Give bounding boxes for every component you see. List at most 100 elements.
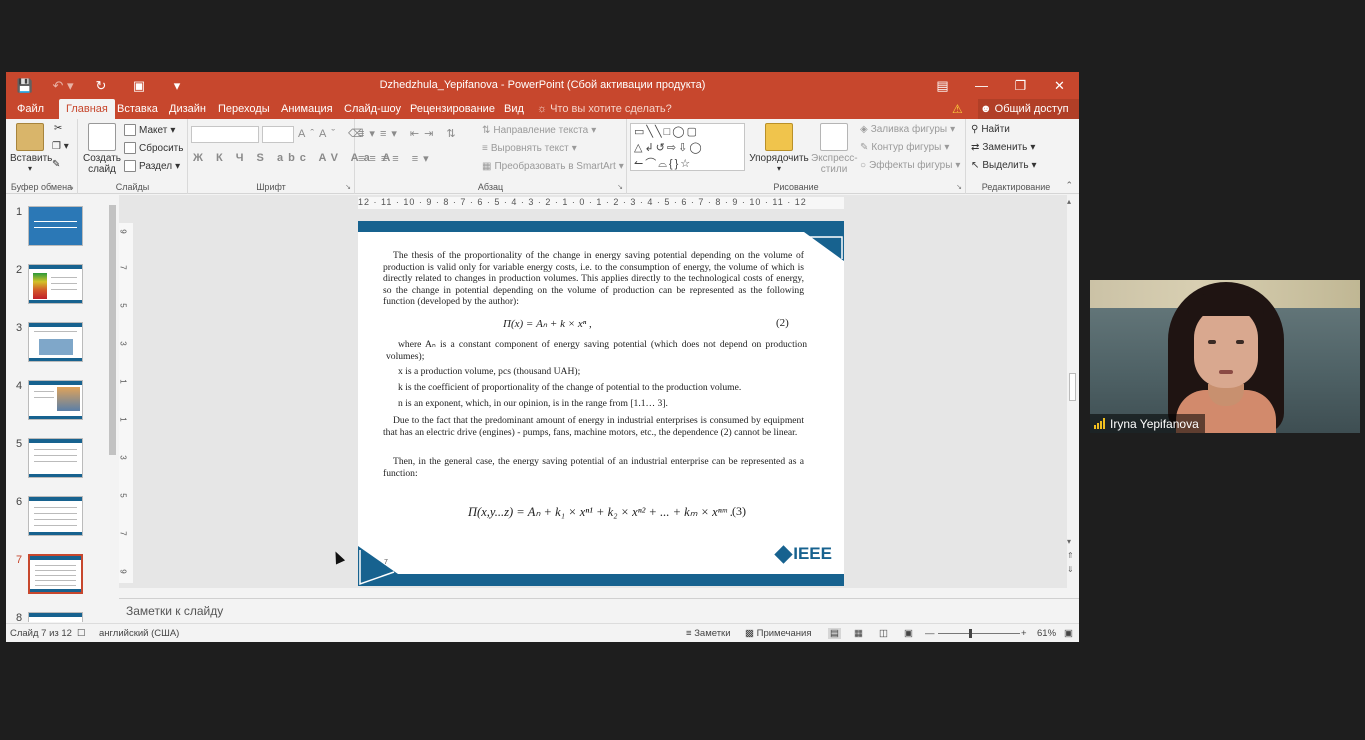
cut-icon[interactable]: ✂: [54, 123, 62, 134]
warning-icon[interactable]: ⚠: [952, 102, 963, 116]
collapse-ribbon-icon[interactable]: ⌃: [1065, 180, 1073, 191]
slide-sorter-icon[interactable]: ▦: [854, 628, 863, 639]
shape-effects-button[interactable]: ○ Эффекты фигуры ▾: [860, 160, 960, 171]
tell-me-search[interactable]: ☼ Что вы хотите сделать?: [530, 99, 679, 119]
minimize-button[interactable]: —: [962, 72, 1001, 99]
thumbnail-number: 3: [16, 322, 23, 334]
ribbon-display-icon[interactable]: ▤: [923, 72, 962, 99]
text-direction-button[interactable]: ⇅ Направление текста ▾: [482, 125, 596, 136]
format-painter-icon[interactable]: ✎: [52, 159, 60, 170]
share-button[interactable]: ☻ Общий доступ: [978, 99, 1079, 119]
shape-fill-button[interactable]: ◈ Заливка фигуры ▾: [860, 124, 955, 135]
audio-level-icon: [1094, 418, 1105, 429]
participant-video-tile[interactable]: Iryna Yepifanova: [1090, 280, 1360, 433]
zoom-slider[interactable]: [938, 629, 1020, 638]
title-bar: 💾 ↶ ▾ ↻ ▣ ▾ Dzhedzhula_Yepifanova - Powe…: [6, 72, 1079, 99]
tab-file[interactable]: Файл: [10, 99, 51, 119]
layout-button[interactable]: Макет ▾: [124, 124, 175, 136]
thumbnail-4[interactable]: 4: [6, 380, 106, 430]
next-slide-icon[interactable]: ⇓: [1067, 565, 1074, 574]
shapes-gallery[interactable]: ▭╲╲□◯▢ △↲↺⇨⇩◯ ↼⌒⌓{}☆: [630, 123, 745, 171]
status-bar: Слайд 7 из 12 ☐ английский (США) ≡ Замет…: [6, 623, 1079, 642]
section-button[interactable]: Раздел ▾: [124, 160, 180, 172]
participant-name: Iryna Yepifanova: [1110, 416, 1199, 431]
scroll-up-icon[interactable]: ▴: [1067, 197, 1071, 206]
thumbnail-number: 8: [16, 612, 23, 622]
paste-label: Вставить: [10, 153, 53, 164]
redo-icon[interactable]: ↻: [82, 72, 120, 99]
customize-icon[interactable]: ▾: [158, 72, 196, 99]
close-button[interactable]: ✕: [1040, 72, 1079, 99]
align-text-button[interactable]: ≡ Выровнять текст ▾: [482, 143, 577, 154]
replace-button[interactable]: ⇄ Заменить ▾: [971, 142, 1035, 153]
equation-3: П(x,y...z) = Aₙ + k₁ × xⁿ¹ + k₂ × xⁿ² + …: [468, 505, 734, 519]
current-slide[interactable]: The thesis of the proportionality of the…: [358, 221, 844, 586]
language-indicator[interactable]: английский (США): [99, 628, 179, 639]
smartart-button[interactable]: ▦ Преобразовать в SmartArt ▾: [482, 161, 624, 172]
shape-outline-button[interactable]: ✎ Контур фигуры ▾: [860, 142, 949, 153]
thumbnail-8[interactable]: 8: [6, 612, 106, 622]
find-button[interactable]: ⚲ Найти: [971, 124, 1010, 135]
select-label: Выделить: [982, 160, 1029, 171]
zoom-out-icon[interactable]: —: [925, 628, 935, 639]
thumbnail-image: [28, 438, 83, 478]
dialog-launcher-icon[interactable]: ↘: [345, 183, 351, 191]
thumbnail-1[interactable]: 1: [6, 206, 106, 256]
font-name-combo[interactable]: [191, 126, 259, 143]
tab-slideshow[interactable]: Слайд-шоу: [337, 99, 408, 119]
tab-home[interactable]: Главная: [59, 99, 115, 119]
zoom-in-icon[interactable]: +: [1021, 628, 1027, 639]
new-slide-button[interactable]: Создать слайд: [82, 123, 122, 175]
arrange-button[interactable]: Упорядочить ▾: [748, 123, 810, 173]
previous-slide-icon[interactable]: ⇑: [1067, 551, 1074, 560]
tab-insert[interactable]: Вставка: [110, 99, 165, 119]
thumbnails-scrollbar[interactable]: [107, 195, 118, 622]
group-clipboard: Вставить ▾ ✂ ❐ ▾ ✎ Буфер обмена ↘: [6, 119, 78, 194]
slide-paragraph-2: Due to the fact that the predominant amo…: [383, 415, 804, 438]
slideshow-view-icon[interactable]: ▣: [904, 628, 913, 639]
canvas-scrollbar[interactable]: ▴ ▾ ⇑ ⇓: [1067, 195, 1078, 575]
undo-icon[interactable]: ↶ ▾: [44, 72, 82, 99]
thumbnail-2[interactable]: 2: [6, 264, 106, 314]
list-buttons[interactable]: ≡▾≡▾ ⇤⇥ ⇅: [358, 127, 461, 140]
dialog-launcher-icon[interactable]: ↘: [617, 183, 623, 191]
scroll-down-icon[interactable]: ▾: [1067, 537, 1071, 546]
notes-pane[interactable]: Заметки к слайду: [119, 598, 1079, 624]
align-text-label: Выровнять текст: [490, 143, 569, 154]
quick-styles-button[interactable]: Экспресс- стили: [811, 123, 858, 175]
thumbnail-6[interactable]: 6: [6, 496, 106, 546]
zoom-level[interactable]: 61%: [1037, 628, 1056, 639]
tab-animations[interactable]: Анимация: [274, 99, 340, 119]
thumbnail-3[interactable]: 3: [6, 322, 106, 372]
group-drawing: ▭╲╲□◯▢ △↲↺⇨⇩◯ ↼⌒⌓{}☆ Упорядочить ▾ Экспрес…: [627, 119, 966, 194]
dialog-launcher-icon[interactable]: ↘: [68, 183, 74, 191]
select-button[interactable]: ↖ Выделить ▾: [971, 160, 1037, 171]
notes-button[interactable]: ≡ Заметки: [686, 628, 731, 639]
tab-transitions[interactable]: Переходы: [211, 99, 277, 119]
thumbnail-image: [28, 380, 83, 420]
scrollbar-thumb[interactable]: [1069, 373, 1076, 401]
fit-slide-icon[interactable]: ▣: [1064, 628, 1073, 639]
spellcheck-icon[interactable]: ☐: [77, 628, 86, 639]
tab-review[interactable]: Рецензирование: [403, 99, 502, 119]
tab-design[interactable]: Дизайн: [162, 99, 213, 119]
dialog-launcher-icon[interactable]: ↘: [956, 183, 962, 191]
copy-icon[interactable]: ❐ ▾: [52, 141, 69, 152]
restore-button[interactable]: ❐: [1001, 72, 1040, 99]
comments-button[interactable]: ▩ Примечания: [745, 628, 811, 639]
reading-view-icon[interactable]: ◫: [879, 628, 888, 639]
tab-view[interactable]: Вид: [497, 99, 531, 119]
scrollbar-thumb[interactable]: [109, 205, 116, 455]
thumbnail-5[interactable]: 5: [6, 438, 106, 488]
thumbnail-7[interactable]: 7: [6, 554, 106, 604]
select-icon: ↖: [971, 160, 980, 171]
align-text-icon: ≡: [482, 143, 488, 154]
normal-view-icon[interactable]: ▤: [828, 628, 841, 639]
present-icon[interactable]: ▣: [120, 72, 158, 99]
save-icon[interactable]: 💾: [6, 72, 44, 99]
reset-button[interactable]: Сбросить: [124, 142, 183, 154]
font-size-combo[interactable]: [262, 126, 294, 143]
zoom-slider-knob[interactable]: [969, 629, 972, 638]
align-buttons[interactable]: ≡≡≡≡ ≡▾: [358, 152, 434, 165]
paste-button[interactable]: Вставить ▾: [10, 123, 53, 173]
